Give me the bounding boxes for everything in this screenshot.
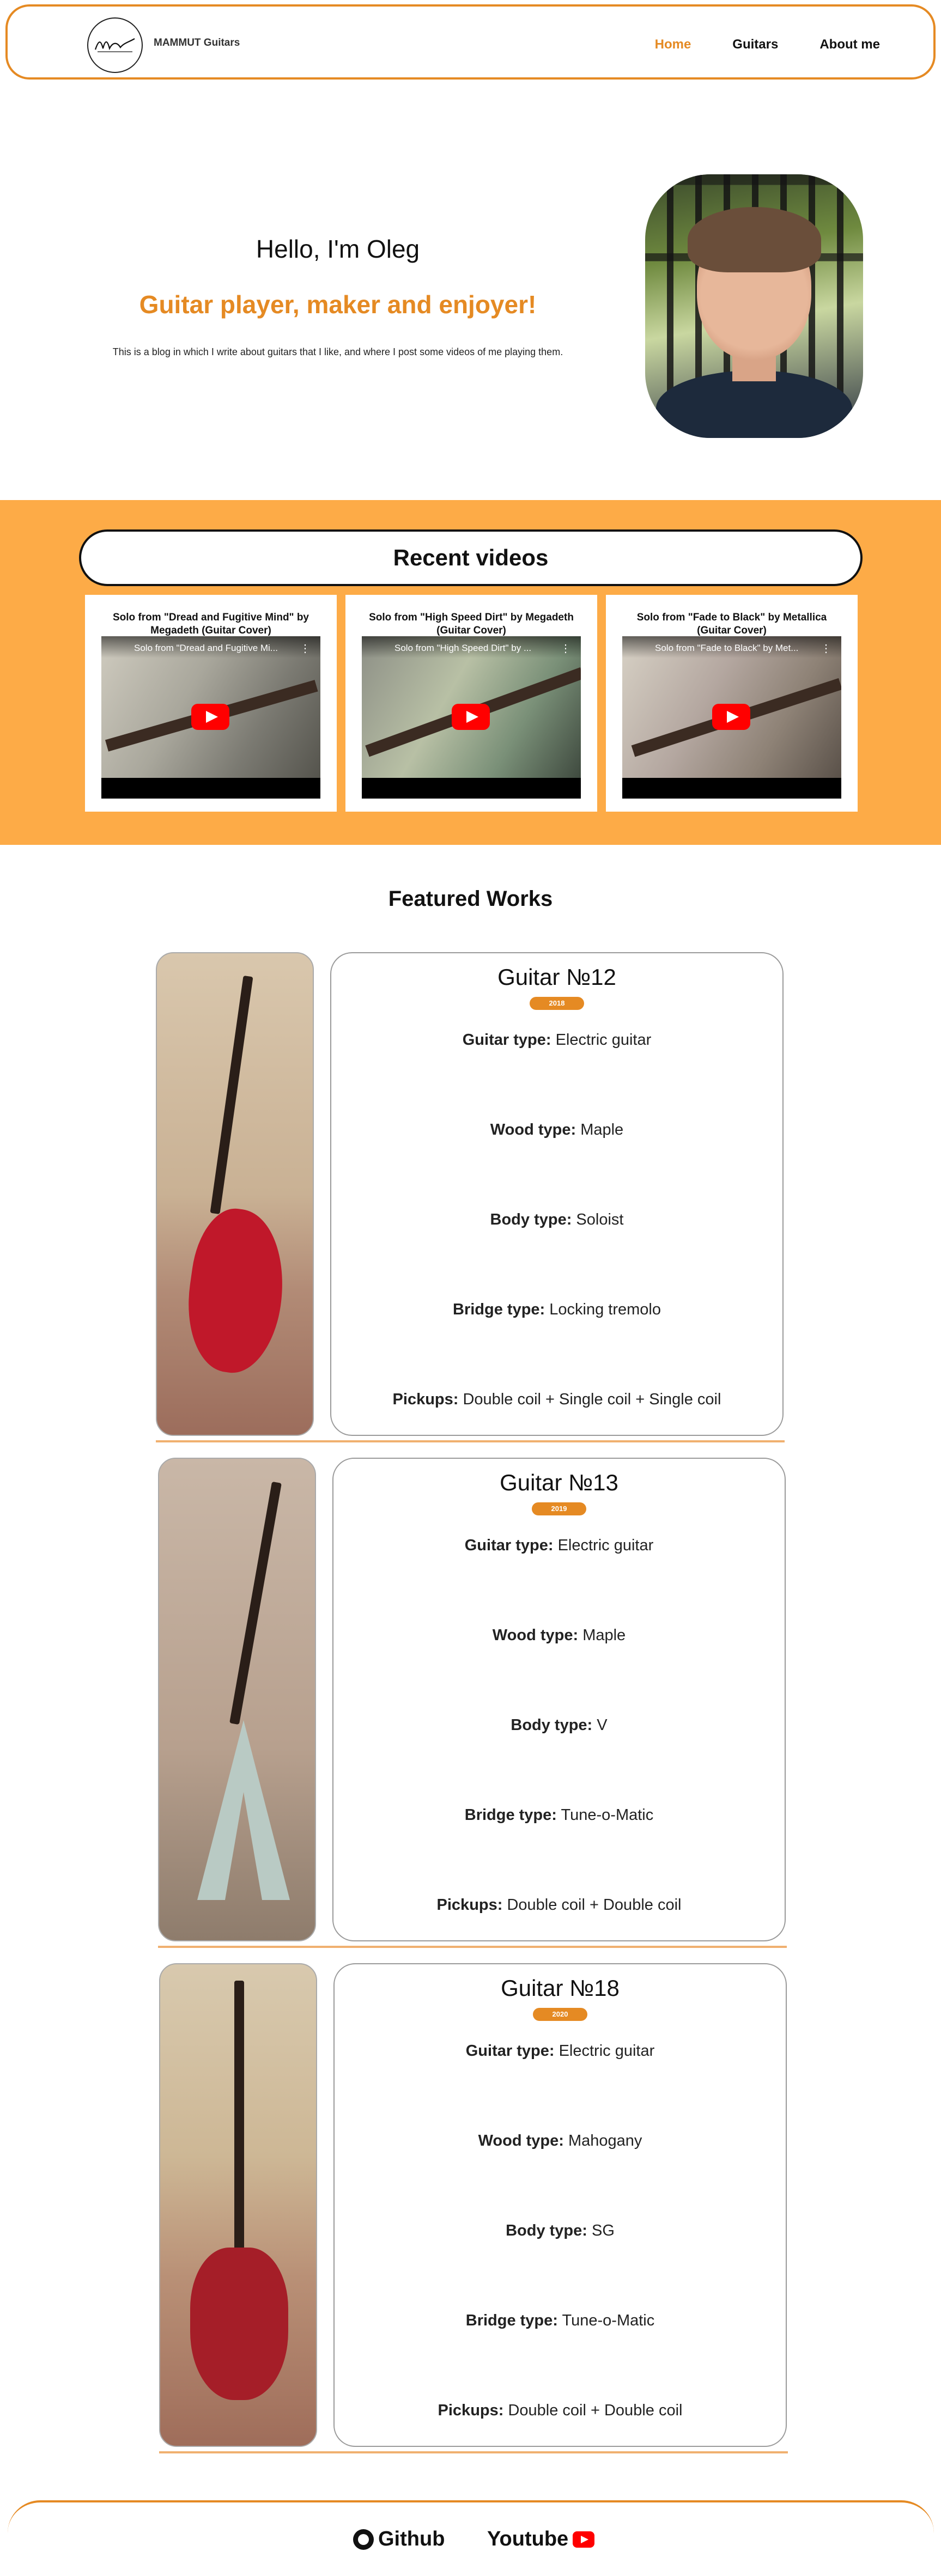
site-header: MAMMUT Guitars Home Guitars About me (5, 4, 936, 80)
video-title: Solo from "Fade to Black" by Metallica (… (636, 612, 827, 636)
video-card: Solo from "High Speed Dirt" by Megadeth … (345, 595, 597, 812)
spec-pickups: Pickups: Double coil + Double coil (438, 2402, 683, 2419)
nav-guitars-link[interactable]: Guitars (712, 34, 799, 56)
year-badge: 2018 (530, 997, 584, 1010)
guitar-photo[interactable] (158, 1458, 316, 1941)
nav-home-link[interactable]: Home (634, 34, 712, 56)
hero-title: Hello, I'm Oleg (256, 235, 420, 263)
spec-wood-type: Wood type: Maple (492, 1627, 626, 1644)
logo-mark-icon (94, 38, 135, 52)
year-badge: 2019 (532, 1502, 586, 1515)
video-embed[interactable]: Solo from "High Speed Dirt" by ... ⋮ (362, 636, 581, 799)
spec-body-type: Body type: Soloist (490, 1211, 624, 1228)
guitar-name: Guitar №13 (500, 1470, 618, 1495)
spec-body-type: Body type: V (511, 1716, 608, 1734)
more-options-icon[interactable]: ⋮ (300, 642, 311, 655)
guitar-photo[interactable] (159, 1963, 317, 2447)
spec-bridge-type: Bridge type: Locking tremolo (453, 1301, 661, 1318)
guitar-name: Guitar №12 (497, 964, 616, 990)
more-options-icon[interactable]: ⋮ (821, 642, 831, 655)
youtube-play-icon[interactable] (191, 704, 229, 730)
spec-body-type: Body type: SG (506, 2222, 615, 2239)
divider (156, 1440, 785, 1442)
video-card: Solo from "Fade to Black" by Metallica (… (606, 595, 858, 812)
video-overlay-title[interactable]: Solo from "Dread and Fugitive Mi... (101, 636, 320, 658)
spec-pickups: Pickups: Double coil + Double coil (436, 1896, 682, 1914)
video-overlay-title[interactable]: Solo from "Fade to Black" by Met... (622, 636, 841, 658)
main-nav: Home Guitars About me (634, 34, 901, 56)
video-title: Solo from "Dread and Fugitive Mind" by M… (112, 612, 309, 636)
divider (159, 2451, 788, 2453)
video-title: Solo from "High Speed Dirt" by Megadeth … (369, 612, 574, 636)
youtube-icon (573, 2531, 595, 2548)
video-embed[interactable]: Solo from "Fade to Black" by Met... ⋮ (622, 636, 841, 799)
youtube-link[interactable]: Youtube (487, 2528, 595, 2551)
hero-description: This is a blog in which I write about gu… (112, 346, 563, 357)
video-embed[interactable]: Solo from "Dread and Fugitive Mi... ⋮ (101, 636, 320, 799)
year-badge: 2020 (533, 2008, 587, 2021)
spec-guitar-type: Guitar type: Electric guitar (464, 1537, 654, 1554)
divider (158, 1946, 787, 1948)
nav-about-link[interactable]: About me (799, 34, 901, 56)
mammut-logo-icon[interactable] (87, 17, 143, 73)
spec-wood-type: Wood type: Mahogany (478, 2132, 642, 2149)
recent-videos-heading: Recent videos (79, 529, 863, 586)
featured-works-heading: Featured Works (388, 887, 553, 911)
youtube-label: Youtube (487, 2528, 569, 2550)
spec-guitar-type: Guitar type: Electric guitar (462, 1031, 652, 1049)
site-footer (8, 2500, 934, 2576)
youtube-play-icon[interactable] (712, 704, 750, 730)
brand-name[interactable]: MAMMUT Guitars (154, 37, 240, 49)
spec-guitar-type: Guitar type: Electric guitar (465, 2042, 655, 2060)
guitar-photo[interactable] (156, 952, 314, 1436)
hero-text: Hello, I'm Oleg Guitar player, maker and… (65, 234, 610, 358)
profile-photo (645, 174, 863, 438)
guitar-card[interactable]: Guitar №12 2018 Guitar type: Electric gu… (330, 952, 784, 1436)
spec-bridge-type: Bridge type: Tune-o-Matic (465, 2312, 655, 2329)
more-options-icon[interactable]: ⋮ (560, 642, 571, 655)
spec-bridge-type: Bridge type: Tune-o-Matic (464, 1806, 654, 1824)
guitar-name: Guitar №18 (501, 1975, 620, 2001)
video-overlay-title[interactable]: Solo from "High Speed Dirt" by ... (362, 636, 581, 658)
spec-pickups: Pickups: Double coil + Single coil + Sin… (392, 1391, 721, 1408)
spec-wood-type: Wood type: Maple (490, 1121, 624, 1138)
video-card: Solo from "Dread and Fugitive Mind" by M… (85, 595, 337, 812)
guitar-card[interactable]: Guitar №13 2019 Guitar type: Electric gu… (332, 1458, 786, 1941)
github-icon (353, 2529, 374, 2550)
guitar-card[interactable]: Guitar №18 2020 Guitar type: Electric gu… (333, 1963, 787, 2447)
github-label: Github (378, 2528, 445, 2550)
hero-subtitle: Guitar player, maker and enjoyer! (139, 290, 537, 319)
github-link[interactable]: Github (353, 2528, 445, 2551)
youtube-play-icon[interactable] (452, 704, 490, 730)
